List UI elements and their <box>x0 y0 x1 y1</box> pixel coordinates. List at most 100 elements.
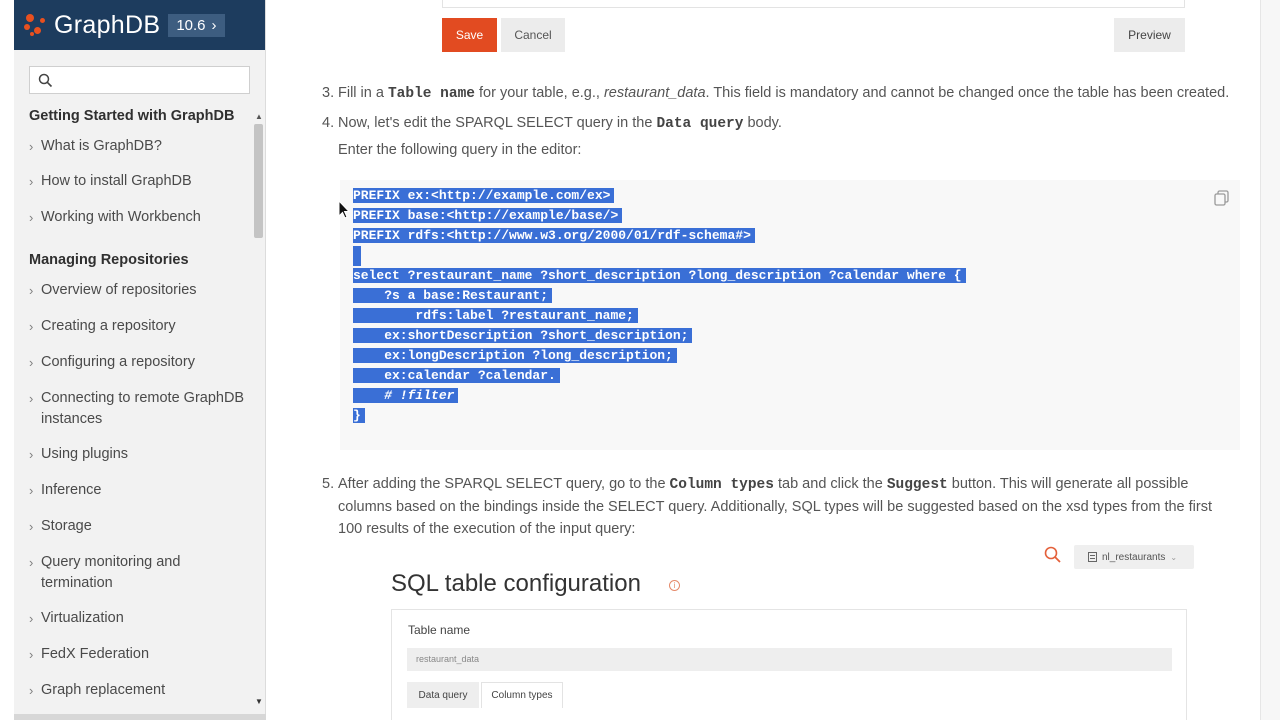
search-input[interactable] <box>30 67 249 93</box>
chevron-right-icon: › <box>29 174 34 189</box>
chevron-right-icon: › <box>29 611 34 626</box>
step-text: Fill in a Table name for your table, e.g… <box>338 82 1229 105</box>
sidebar-scrollbar[interactable]: ▲ ▼ <box>254 112 264 706</box>
step-text-line: columns based on the bindings inside the… <box>338 499 1212 515</box>
toc-item-using-plugins[interactable]: › Using plugins <box>29 444 249 465</box>
search-field[interactable] <box>29 66 250 94</box>
code-line-text: } <box>353 408 365 423</box>
step-number: 3. <box>322 85 335 101</box>
toc-item-label: How to install GraphDB <box>41 173 192 189</box>
toc-item-label: Using plugins <box>41 446 129 462</box>
chevron-right-icon: › <box>29 355 34 370</box>
repository-name: nl_restaurants <box>1102 551 1166 563</box>
table-name-label: Table name <box>408 623 471 637</box>
brand-name[interactable]: GraphDB <box>54 11 160 40</box>
embedded-screenshot: nl_restaurants ⌄ SQL table configuration… <box>376 540 1196 720</box>
chevron-right-icon: › <box>29 319 34 334</box>
code-term-column-types: Column types <box>669 477 774 493</box>
code-line[interactable]: ex:calendar ?calendar. <box>353 366 560 386</box>
toc-section-getting-started[interactable]: Getting Started with GraphDB <box>29 108 234 124</box>
scroll-down-arrow-icon[interactable]: ▼ <box>255 697 263 706</box>
toc-item-label: Working with Workbench <box>41 209 201 225</box>
code-block[interactable]: PREFIX ex:<http://example.com/ex> PREFIX… <box>340 180 1240 450</box>
code-line[interactable] <box>353 246 361 266</box>
toc-item-creating-a-repository[interactable]: › Creating a repository <box>29 316 249 337</box>
scrollbar-thumb[interactable] <box>254 124 263 238</box>
sidebar: GraphDB 10.6 › Getting Started with Grap… <box>14 0 266 720</box>
code-term-data-query: Data query <box>656 116 744 132</box>
toc-item-connecting-to-remote[interactable]: › Connecting to remote GraphDB instances <box>29 388 249 430</box>
code-line-text: # !filter <box>353 388 459 403</box>
code-line-text: select ?restaurant_name ?short_descripti… <box>353 268 966 283</box>
step-text: After adding the SPARQL SELECT query, go… <box>338 473 1232 540</box>
toc-item-query-monitoring[interactable]: › Query monitoring and termination <box>29 552 249 594</box>
code-line[interactable]: ?s a base:Restaurant; <box>353 286 553 306</box>
brand-header: GraphDB 10.6 › <box>14 0 265 50</box>
toc-item-virtualization[interactable]: › Virtualization <box>29 608 249 629</box>
chevron-right-icon: › <box>29 647 34 662</box>
toc-item-label: What is GraphDB? <box>41 138 162 154</box>
step-text-part: button. This will generate all possible <box>951 476 1189 492</box>
toc-item-label: Overview of repositories <box>41 282 197 298</box>
graphdb-logo-icon[interactable] <box>24 10 50 40</box>
code-line[interactable]: rdfs:label ?restaurant_name; <box>353 306 638 326</box>
table-name-field: restaurant_data <box>407 648 1172 671</box>
search-icon <box>38 73 53 88</box>
step-text-part: . This field is mandatory and cannot be … <box>705 85 1230 101</box>
toc-section-managing-repositories[interactable]: Managing Repositories <box>29 252 189 268</box>
chevron-right-icon: › <box>211 16 217 34</box>
toc-item-inference[interactable]: › Inference <box>29 480 249 501</box>
toc-item-label: Graph replacement <box>41 682 166 698</box>
save-button[interactable]: Save <box>442 18 497 52</box>
chevron-right-icon: › <box>29 210 34 225</box>
toc-item-overview-of-repositories[interactable]: › Overview of repositories <box>29 280 249 301</box>
step-text-part: Now, let's edit the SPARQL SELECT query … <box>338 115 653 131</box>
chevron-right-icon: › <box>29 139 34 154</box>
code-line-text: PREFIX ex:<http://example.com/ex> <box>353 188 615 203</box>
toc-item-what-is-graphdb[interactable]: › What is GraphDB? <box>29 136 249 157</box>
code-line-text: ex:longDescription ?long_description; <box>353 348 677 363</box>
version-selector[interactable]: 10.6 › <box>168 13 225 37</box>
scroll-up-arrow-icon[interactable]: ▲ <box>255 112 263 121</box>
code-line[interactable]: ex:longDescription ?long_description; <box>353 346 677 366</box>
step-text-part: for your table, e.g., <box>479 85 600 101</box>
code-line[interactable]: ex:shortDescription ?short_description; <box>353 326 693 346</box>
step-number: 4. <box>322 115 335 131</box>
code-line[interactable]: PREFIX ex:<http://example.com/ex> <box>353 186 615 206</box>
code-line[interactable]: select ?restaurant_name ?short_descripti… <box>353 266 966 286</box>
toc-item-how-to-install[interactable]: › How to install GraphDB <box>29 171 249 192</box>
code-line-text: ?s a base:Restaurant; <box>353 288 553 303</box>
toc-item-label: Connecting to remote GraphDB instances <box>41 390 245 427</box>
repository-selector: nl_restaurants ⌄ <box>1074 545 1194 569</box>
chevron-right-icon: › <box>29 519 34 534</box>
step-text-part: After adding the SPARQL SELECT query, go… <box>338 476 666 492</box>
cancel-button[interactable]: Cancel <box>501 18 565 52</box>
info-icon: i <box>669 580 680 591</box>
code-line[interactable]: PREFIX base:<http://example/base/> <box>353 206 623 226</box>
config-card: Table name restaurant_data Data query Co… <box>391 609 1187 720</box>
toc-item-fedx-federation[interactable]: › FedX Federation <box>29 644 249 665</box>
code-line[interactable]: PREFIX rdfs:<http://www.w3.org/2000/01/r… <box>353 226 755 246</box>
toc-item-working-with-workbench[interactable]: › Working with Workbench <box>29 207 249 228</box>
step-text-part: tab and click the <box>778 476 883 492</box>
toc-item-graph-replacement[interactable]: › Graph replacement <box>29 680 249 701</box>
step-text-part: Fill in a <box>338 85 384 101</box>
code-line[interactable]: # !filter <box>353 386 459 406</box>
code-line-text: rdfs:label ?restaurant_name; <box>353 308 638 323</box>
copy-icon[interactable] <box>1212 188 1232 208</box>
code-line[interactable]: } <box>353 406 365 426</box>
code-term-suggest: Suggest <box>886 477 948 493</box>
toc-item-label: Virtualization <box>41 610 124 626</box>
chevron-right-icon: › <box>29 683 34 698</box>
preview-button[interactable]: Preview <box>1114 18 1185 52</box>
toc-item-storage[interactable]: › Storage <box>29 516 249 537</box>
step-text-line: After adding the SPARQL SELECT query, go… <box>338 473 1232 496</box>
editor-frame-edge <box>442 0 1185 8</box>
toc-item-label: Query monitoring and termination <box>41 554 181 591</box>
toc-item-label: Creating a repository <box>41 318 176 334</box>
step-text-part: body. <box>747 115 782 131</box>
step-text: Now, let's edit the SPARQL SELECT query … <box>338 112 782 135</box>
code-line-text: ex:shortDescription ?short_description; <box>353 328 693 343</box>
instruction-text: Enter the following query in the editor: <box>338 142 582 158</box>
toc-item-configuring-a-repository[interactable]: › Configuring a repository <box>29 352 249 373</box>
